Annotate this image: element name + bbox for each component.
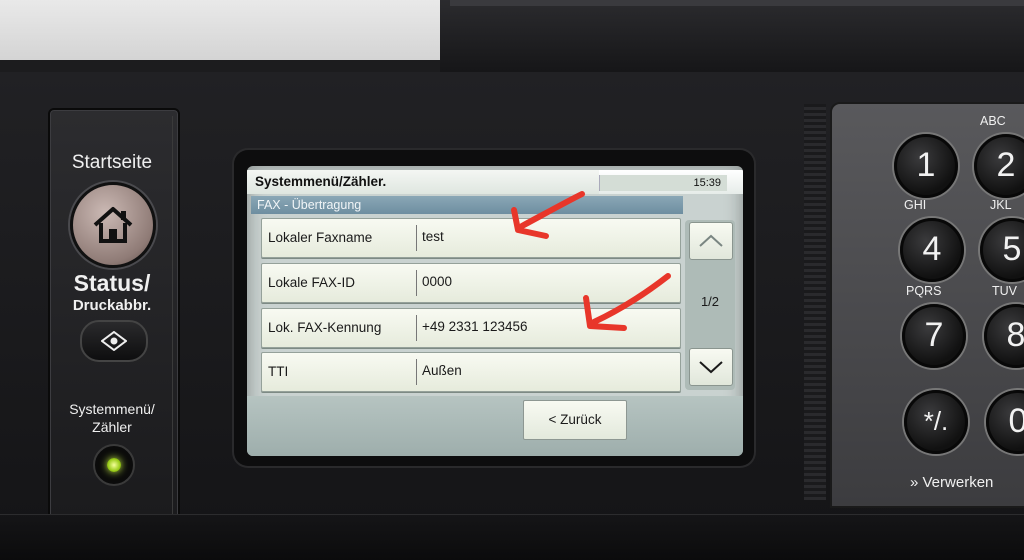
indicator-led — [107, 458, 121, 472]
status-button[interactable] — [80, 320, 148, 362]
back-button[interactable]: < Zurück — [523, 400, 627, 440]
key-letters-5: JKL — [990, 198, 1012, 212]
diamond-eye-icon — [101, 331, 127, 351]
setting-row-local-fax-id[interactable]: Lokale FAX-ID 0000 — [261, 263, 681, 303]
setting-value: +49 2331 123456 — [422, 319, 528, 334]
row-separator — [416, 359, 417, 385]
system-menu-label: Systemmenü/ Zähler — [48, 400, 176, 436]
setting-row-local-faxname[interactable]: Lokaler Faxname test — [261, 218, 681, 258]
speaker-grille — [804, 104, 826, 500]
tray-edge — [450, 0, 1024, 6]
touch-screen: Systemmenü/Zähler. 15:39 FAX - Übertragu… — [247, 166, 743, 456]
setting-row-fax-kennung[interactable]: Lok. FAX-Kennung +49 2331 123456 — [261, 308, 681, 348]
status-sub-label: Druckabbr. — [72, 297, 152, 314]
setting-value: Außen — [422, 363, 462, 378]
panel-bottom-edge — [0, 514, 1024, 560]
key-letters-4: GHI — [904, 198, 927, 212]
screen-title: Systemmenü/Zähler. — [255, 174, 387, 189]
paper-tray-cover — [0, 0, 470, 60]
bottom-bar — [247, 396, 743, 456]
row-separator — [416, 315, 417, 341]
setting-label: TTI — [268, 364, 289, 379]
setting-label: Lokaler Faxname — [268, 230, 373, 245]
section-header: FAX - Übertragung — [251, 196, 683, 214]
status-label: Status/ — [73, 270, 151, 296]
scroll-up-button[interactable] — [689, 222, 733, 260]
page-indicator: 1/2 — [700, 294, 720, 309]
key-1[interactable]: 1 — [894, 134, 958, 198]
setting-value: 0000 — [422, 274, 453, 289]
chevron-down-icon — [699, 361, 723, 374]
output-tray — [440, 0, 1024, 74]
system-menu-label-line1: Systemmenü/ — [69, 401, 155, 417]
home-icon — [93, 207, 133, 243]
system-menu-button[interactable] — [93, 444, 135, 486]
setting-label: Lok. FAX-Kennung — [268, 320, 382, 335]
key-4[interactable]: 4 — [900, 218, 964, 282]
key-letters-7: PQRS — [906, 284, 942, 298]
scroll-down-button[interactable] — [689, 348, 733, 386]
setting-label: Lokale FAX-ID — [268, 275, 356, 290]
setting-row-tti[interactable]: TTI Außen — [261, 352, 681, 392]
process-label: » Verwerken — [910, 474, 994, 491]
scroll-column: 1/2 — [685, 220, 735, 390]
key-star[interactable]: */. — [904, 390, 968, 454]
setting-value: test — [422, 229, 444, 244]
key-letters-2: ABC — [980, 114, 1006, 128]
home-button[interactable] — [70, 182, 156, 268]
home-label: Startseite — [71, 152, 153, 173]
row-separator — [416, 225, 417, 251]
key-letters-8: TUV — [992, 284, 1017, 298]
key-7[interactable]: 7 — [902, 304, 966, 368]
strip-divider — [166, 116, 173, 530]
chevron-up-icon — [699, 234, 723, 247]
system-menu-label-line2: Zähler — [92, 419, 132, 435]
clock: 15:39 — [599, 175, 727, 191]
row-separator — [416, 270, 417, 296]
title-bar: Systemmenü/Zähler. 15:39 — [247, 170, 743, 194]
